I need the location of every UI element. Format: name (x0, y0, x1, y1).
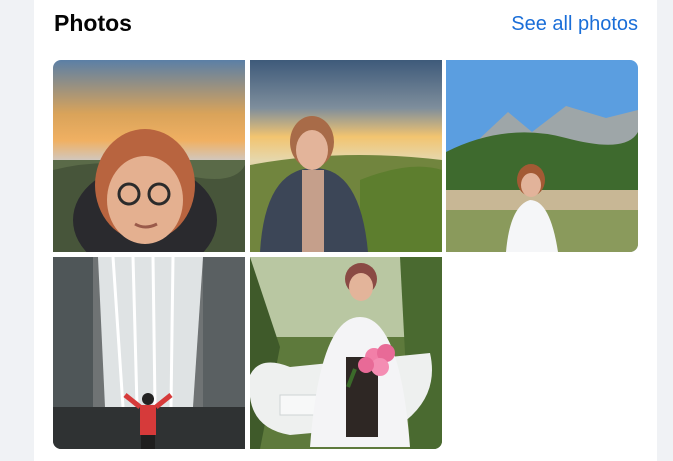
photo-mountains-blue-sky (446, 60, 638, 252)
photo-grid (53, 60, 638, 450)
photo-boat-peonies (250, 257, 442, 449)
photo-sunset-hillside (250, 60, 442, 252)
see-all-photos-link[interactable]: See all photos (511, 13, 638, 36)
photos-card: Photos See all photos (34, 0, 657, 461)
photo-thumbnail-2[interactable] (250, 60, 442, 252)
photo-thumbnail-5[interactable] (250, 257, 442, 449)
photo-waterfall (53, 257, 245, 449)
photo-thumbnail-3[interactable] (446, 60, 638, 252)
section-title: Photos (54, 10, 132, 36)
photo-thumbnail-1[interactable] (53, 60, 245, 252)
photo-thumbnail-4[interactable] (53, 257, 245, 449)
photo-sunset-selfie (53, 60, 245, 252)
